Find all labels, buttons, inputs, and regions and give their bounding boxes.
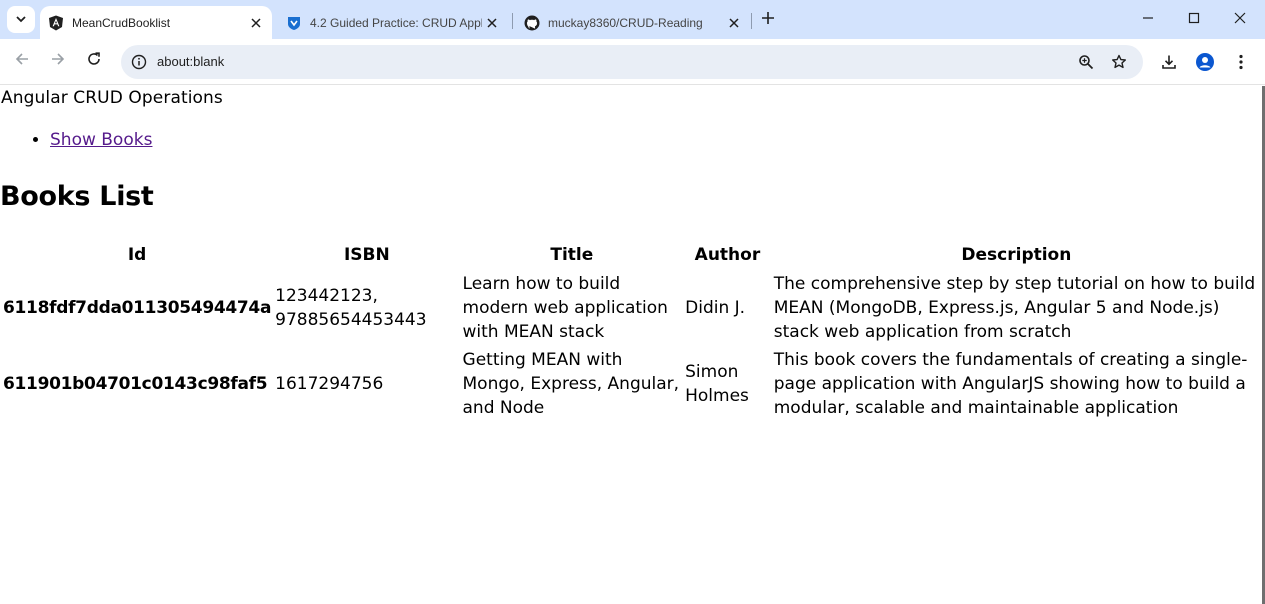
close-icon[interactable]: [246, 13, 266, 33]
tab-strip: MeanCrudBooklist 4.2 Guided Practice: CR…: [0, 0, 1265, 39]
table-row: 611901b04701c0143c98faf5 1617294756 Gett…: [2, 347, 1260, 421]
table-row: 6118fdf7dda011305494474a 123442123, 9788…: [2, 271, 1260, 345]
profile-avatar-icon[interactable]: [1191, 48, 1219, 76]
github-icon: [524, 15, 540, 31]
arrow-left-icon: [14, 51, 30, 71]
books-list-heading: Books List: [0, 181, 154, 212]
book-isbn-cell: 123442123, 97885654453443: [275, 286, 427, 330]
site-info-icon[interactable]: [127, 50, 151, 74]
book-isbn-cell: 1617294756: [275, 374, 384, 394]
tab-search-button[interactable]: [7, 6, 35, 33]
tab-meancrudbooklist[interactable]: MeanCrudBooklist: [40, 6, 272, 39]
book-id-cell: 611901b04701c0143c98faf5: [3, 374, 268, 394]
column-header-author: Author: [694, 245, 761, 265]
tab-divider: [751, 13, 752, 29]
book-title-cell: Getting MEAN with Mongo, Express, Angula…: [462, 350, 680, 418]
download-icon[interactable]: [1155, 48, 1183, 76]
zoom-icon[interactable]: [1074, 50, 1098, 74]
close-icon[interactable]: [724, 13, 744, 33]
new-tab-button[interactable]: [756, 8, 780, 30]
address-text: about:blank: [157, 54, 225, 69]
tab-title: MeanCrudBooklist: [72, 15, 171, 30]
tab-divider: [512, 13, 513, 29]
column-header-description: Description: [961, 245, 1072, 265]
tab-title: muckay8360/CRUD-Reading: [548, 15, 703, 30]
arrow-right-icon: [50, 51, 66, 71]
maximize-button[interactable]: [1171, 0, 1217, 37]
minimize-button[interactable]: [1125, 0, 1171, 37]
back-button[interactable]: [8, 47, 36, 75]
show-books-link[interactable]: Show Books: [50, 130, 152, 150]
close-icon: [1234, 9, 1246, 28]
page-content: Angular CRUD Operations Show Books Books…: [0, 86, 1262, 604]
column-header-id: Id: [127, 245, 147, 265]
book-id-cell: 6118fdf7dda011305494474a: [3, 298, 272, 318]
minimize-icon: [1142, 9, 1154, 28]
book-author-cell: Simon Holmes: [685, 362, 749, 406]
bookmark-star-icon[interactable]: [1107, 50, 1131, 74]
column-header-title: Title: [550, 245, 594, 265]
tab-guided-practice[interactable]: 4.2 Guided Practice: CRUD Appl: [278, 6, 508, 39]
reload-icon: [86, 51, 102, 71]
book-description-cell: This book covers the fundamentals of cre…: [773, 350, 1248, 418]
book-title-cell: Learn how to build modern web applicatio…: [462, 274, 668, 342]
forward-button[interactable]: [44, 47, 72, 75]
close-window-button[interactable]: [1217, 0, 1263, 37]
app-title: Angular CRUD Operations: [1, 88, 223, 108]
plus-icon: [761, 10, 775, 29]
maximize-icon: [1188, 9, 1200, 28]
tab-title: 4.2 Guided Practice: CRUD Appl: [310, 15, 482, 30]
nav-list-item: Show Books: [50, 130, 152, 150]
nav-list: Show Books: [0, 130, 152, 150]
book-author-cell: Didin J.: [685, 298, 746, 318]
chevron-down-icon: [15, 10, 27, 29]
shield-icon: [286, 15, 302, 31]
reload-button[interactable]: [80, 47, 108, 75]
more-menu-icon[interactable]: [1227, 48, 1255, 76]
books-table: Id ISBN Title Author Description 6118fdf…: [0, 239, 1262, 423]
browser-toolbar: about:blank: [0, 39, 1265, 85]
column-header-isbn: ISBN: [343, 245, 390, 265]
address-bar[interactable]: about:blank: [121, 45, 1143, 79]
angular-icon: [48, 15, 64, 31]
table-header-row: Id ISBN Title Author Description: [2, 241, 1260, 269]
close-icon[interactable]: [482, 13, 502, 33]
tab-github-repo[interactable]: muckay8360/CRUD-Reading: [516, 6, 750, 39]
book-description-cell: The comprehensive step by step tutorial …: [773, 274, 1256, 342]
